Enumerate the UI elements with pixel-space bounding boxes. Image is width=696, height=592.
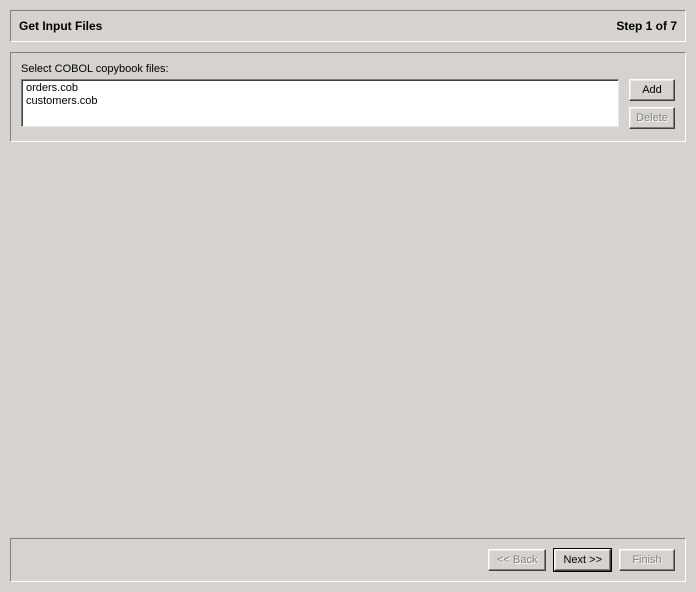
add-button-label: Add	[642, 84, 662, 96]
wizard-footer: << Back Next >> Finish	[10, 538, 686, 582]
list-item[interactable]: customers.cob	[26, 95, 614, 108]
add-button[interactable]: Add	[629, 79, 675, 101]
list-side-buttons: Add Delete	[629, 79, 675, 129]
wizard-window: Get Input Files Step 1 of 7 Select COBOL…	[0, 0, 696, 592]
copybook-row: orders.cob customers.cob Add Delete	[21, 79, 675, 129]
delete-button-label: Delete	[636, 112, 668, 124]
delete-button: Delete	[629, 107, 675, 129]
wizard-title: Get Input Files	[19, 19, 102, 33]
wizard-header: Get Input Files Step 1 of 7	[10, 10, 686, 42]
next-button[interactable]: Next >>	[554, 549, 611, 571]
finish-button-label: Finish	[632, 554, 661, 566]
back-button: << Back	[488, 549, 546, 571]
wizard-step-indicator: Step 1 of 7	[616, 19, 677, 33]
copybook-file-list[interactable]: orders.cob customers.cob	[21, 79, 619, 127]
finish-button: Finish	[619, 549, 675, 571]
wizard-content: Select COBOL copybook files: orders.cob …	[10, 52, 686, 142]
list-item[interactable]: orders.cob	[26, 82, 614, 95]
copybook-label: Select COBOL copybook files:	[21, 63, 675, 75]
